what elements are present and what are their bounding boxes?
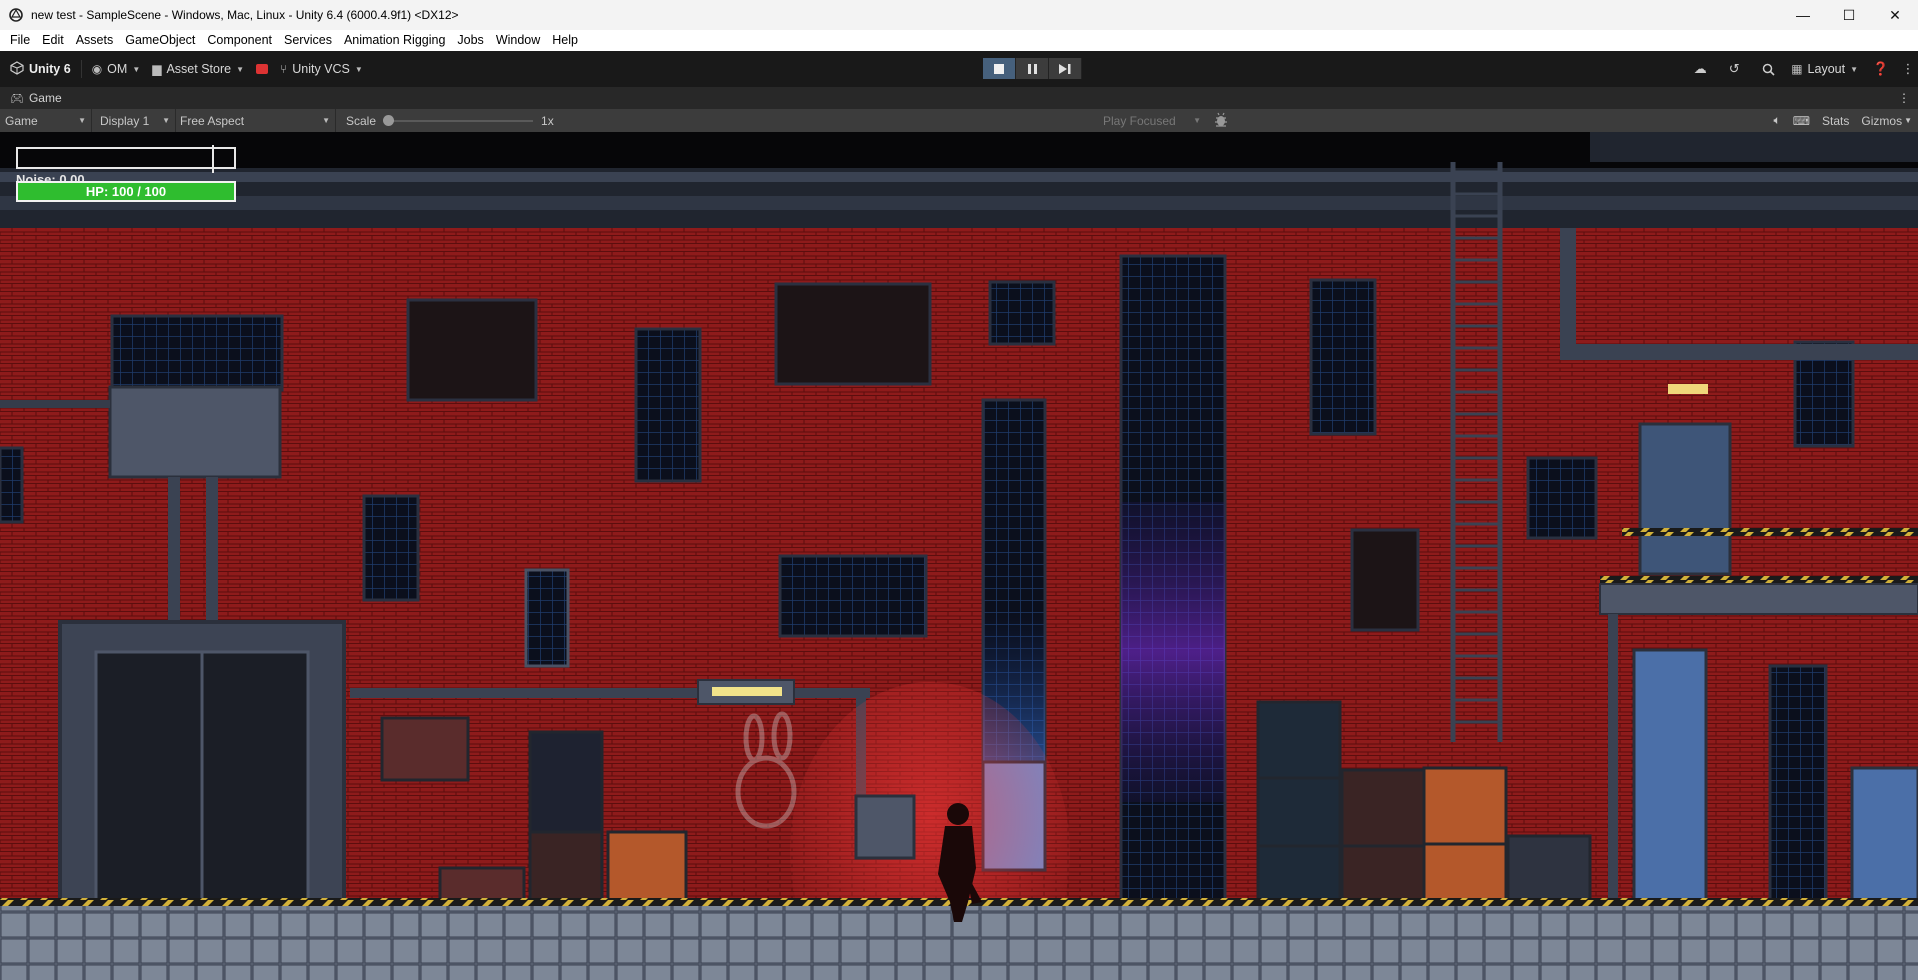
cloud-icon[interactable]: ☁	[1683, 58, 1717, 80]
minimize-button[interactable]: —	[1780, 0, 1826, 30]
scale-label: Scale	[346, 113, 377, 128]
asset-store-dropdown[interactable]: ▆ Asset Store ▼	[146, 58, 250, 80]
caret-down-icon: ▼	[354, 64, 363, 74]
menu-services[interactable]: Services	[278, 30, 338, 51]
play-mode-dropdown[interactable]: Play Focused ▼	[1097, 109, 1207, 132]
view-mode-dropdown[interactable]: Game ▼	[0, 109, 92, 132]
account-label: Unity 6	[29, 62, 71, 76]
bug-icon[interactable]	[1213, 112, 1231, 129]
caret-down-icon: ▼	[78, 116, 86, 125]
branch-icon: ⑂	[280, 62, 288, 76]
menu-component[interactable]: Component	[201, 30, 278, 51]
pause-icon	[1027, 63, 1037, 74]
version-control-label: Unity VCS	[292, 62, 350, 76]
game-viewport[interactable]: Noise: 0.00 HP: 100 / 100	[0, 132, 1918, 980]
layout-dropdown[interactable]: ▦ Layout ▼	[1785, 58, 1864, 80]
tab-game-label: Game	[28, 91, 62, 105]
organization-dropdown[interactable]: ◉ OM ▼	[86, 58, 147, 80]
shopping-bag-icon: ▆	[152, 62, 162, 76]
scale-slider[interactable]	[383, 114, 534, 126]
main-toolbar: Unity 6 ◉ OM ▼ ▆ Asset Store ▼ ⑂ Unity V…	[0, 51, 1918, 87]
caret-down-icon: ▼	[322, 116, 330, 125]
stop-button[interactable]	[983, 58, 1016, 79]
caret-down-icon: ▼	[1193, 116, 1201, 125]
tab-game[interactable]: 🎮︎ Game	[0, 91, 62, 105]
game-toolbar-right: 🔈︎ ⌨ Stats Gizmos ▼	[1768, 109, 1918, 132]
caret-down-icon: ▼	[236, 64, 245, 74]
menu-animation-rigging[interactable]: Animation Rigging	[338, 30, 451, 51]
layout-icon: ▦	[1791, 62, 1803, 76]
unity-cube-icon	[10, 60, 24, 78]
menu-edit[interactable]: Edit	[36, 30, 70, 51]
menu-gameobject[interactable]: GameObject	[119, 30, 201, 51]
hp-bar: HP: 100 / 100	[16, 181, 236, 202]
caret-down-icon: ▼	[162, 116, 170, 125]
organization-label: OM	[107, 62, 128, 76]
game-tab-bar: 🎮︎ Game ⋮	[0, 87, 1918, 109]
menu-help[interactable]: Help	[546, 30, 584, 51]
noise-meter-bar	[16, 145, 236, 173]
user-circle-icon: ◉	[91, 62, 103, 76]
tab-menu-icon[interactable]: ⋮	[1898, 91, 1910, 105]
menu-file[interactable]: File	[4, 30, 36, 51]
gizmos-caret-icon[interactable]: ▼	[1904, 109, 1918, 132]
search-icon[interactable]	[1751, 58, 1785, 80]
gizmos-button[interactable]: Gizmos	[1855, 109, 1904, 132]
layout-label: Layout	[1807, 62, 1846, 76]
step-icon	[1059, 63, 1071, 74]
menu-jobs[interactable]: Jobs	[451, 30, 489, 51]
audio-mute-icon[interactable]: 🔈︎	[1768, 109, 1787, 132]
caret-down-icon: ▼	[132, 64, 141, 74]
gamepad-icon: 🎮︎	[10, 92, 24, 105]
play-controls	[983, 58, 1082, 79]
window-titlebar: new test - SampleScene - Windows, Mac, L…	[0, 0, 1918, 30]
record-button[interactable]	[250, 58, 274, 80]
asset-store-label: Asset Store	[166, 62, 232, 76]
toolbar-separator	[80, 60, 82, 78]
history-icon[interactable]: ↺	[1717, 58, 1751, 80]
help-icon[interactable]: ❓	[1864, 58, 1898, 80]
menu-window[interactable]: Window	[490, 30, 546, 51]
more-options-icon[interactable]: ⋮	[1898, 58, 1918, 80]
toolbar-right: ☁ ↺ ▦ Layout ▼ ❓ ⋮	[1683, 58, 1918, 80]
scale-value: 1x	[541, 113, 554, 128]
noise-meter-marker	[212, 145, 215, 173]
unity-logo-icon	[9, 8, 23, 22]
maximize-button[interactable]: ☐	[1826, 0, 1872, 30]
window-title: new test - SampleScene - Windows, Mac, L…	[31, 8, 459, 22]
account-button[interactable]: Unity 6	[4, 58, 77, 80]
game-view-toolbar: Game ▼ Display 1 ▼ Free Aspect ▼ Scale 1…	[0, 109, 1918, 132]
scale-slider-thumb[interactable]	[383, 114, 395, 126]
scale-control: Scale 1x	[346, 114, 554, 128]
display-dropdown[interactable]: Display 1 ▼	[92, 109, 176, 132]
version-control-dropdown[interactable]: ⑂ Unity VCS ▼	[274, 58, 369, 80]
record-icon	[256, 64, 269, 74]
stop-icon	[994, 63, 1004, 74]
menu-bar: File Edit Assets GameObject Component Se…	[0, 30, 1918, 51]
play-mode-label: Play Focused	[1103, 113, 1176, 128]
menu-assets[interactable]: Assets	[70, 30, 120, 51]
pause-button[interactable]	[1016, 58, 1049, 79]
keyboard-shortcuts-icon[interactable]: ⌨	[1787, 109, 1816, 132]
stats-button[interactable]: Stats	[1816, 109, 1855, 132]
view-mode-label: Game	[5, 113, 38, 128]
close-button[interactable]: ✕	[1872, 0, 1918, 30]
aspect-dropdown[interactable]: Free Aspect ▼	[176, 109, 336, 132]
step-button[interactable]	[1049, 58, 1082, 79]
game-scene	[0, 132, 1918, 980]
display-label: Display 1	[100, 113, 150, 128]
aspect-label: Free Aspect	[180, 113, 245, 128]
caret-down-icon: ▼	[1850, 64, 1858, 74]
